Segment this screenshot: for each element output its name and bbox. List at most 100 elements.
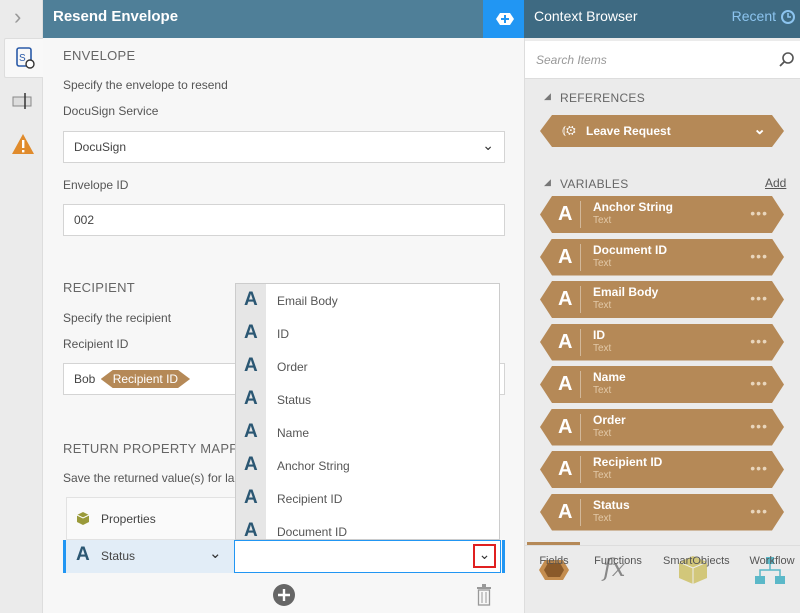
- text-type-icon: A: [76, 544, 90, 565]
- more-options-icon[interactable]: •••: [750, 248, 768, 264]
- return-mapping-description: Save the returned value(s) for la: [63, 471, 235, 485]
- variable-name: Order: [593, 412, 626, 427]
- mapping-value-input[interactable]: ⌄: [234, 540, 501, 573]
- smartobject-cube-icon: [76, 512, 90, 525]
- text-type-icon: A: [558, 458, 573, 480]
- dropdown-item[interactable]: A Name: [236, 416, 499, 449]
- separator: [580, 371, 581, 398]
- variable-name: Document ID: [593, 242, 668, 257]
- plus-tag-icon: [496, 13, 514, 25]
- text-type-icon: A: [244, 454, 258, 475]
- envelope-id-label: Envelope ID: [63, 178, 129, 192]
- service-select[interactable]: DocuSign ⌄: [63, 131, 505, 163]
- more-options-icon[interactable]: •••: [750, 290, 768, 306]
- recipient-id-label: Recipient ID: [63, 337, 129, 351]
- chevron-down-icon[interactable]: ⌄: [753, 120, 766, 138]
- properties-icon[interactable]: [12, 92, 34, 110]
- dropdown-item[interactable]: A Recipient ID: [236, 482, 499, 515]
- recipient-id-text: Bob: [74, 372, 96, 386]
- separator: [580, 414, 581, 441]
- tab-workflow[interactable]: Workflow: [740, 555, 800, 567]
- recipient-id-token[interactable]: Recipient ID: [101, 370, 190, 388]
- variable-type: Text: [593, 300, 612, 311]
- reference-leave-request[interactable]: ⦅⚙ Leave Request ⌄: [540, 115, 784, 147]
- more-options-icon[interactable]: •••: [750, 205, 768, 221]
- search-icon[interactable]: [779, 51, 795, 67]
- separator: [580, 244, 581, 271]
- add-variable-link[interactable]: Add: [765, 176, 786, 190]
- clock-icon[interactable]: [780, 9, 796, 25]
- more-options-icon[interactable]: •••: [750, 503, 768, 519]
- svg-text:S: S: [19, 53, 26, 64]
- dropdown-item[interactable]: A Anchor String: [236, 449, 499, 482]
- dropdown-item[interactable]: A Order: [236, 350, 499, 383]
- variable-item[interactable]: A ID Text •••: [540, 324, 784, 361]
- text-type-icon: A: [558, 203, 573, 225]
- text-type-icon: A: [558, 373, 573, 395]
- properties-label: Properties: [101, 512, 156, 526]
- variable-item[interactable]: A Status Text •••: [540, 494, 784, 531]
- tab-functions[interactable]: Functions: [586, 555, 650, 567]
- dropdown-item-label: Name: [277, 426, 310, 440]
- separator: [580, 456, 581, 483]
- dropdown-item[interactable]: A Document ID: [236, 515, 499, 540]
- text-type-icon: A: [244, 322, 258, 343]
- text-type-icon: A: [244, 421, 258, 442]
- more-options-icon[interactable]: •••: [750, 460, 768, 476]
- dropdown-chevron-button[interactable]: ⌄: [473, 544, 496, 568]
- variable-type: Text: [593, 385, 612, 396]
- text-type-icon: A: [244, 388, 258, 409]
- tab-smartobjects[interactable]: SmartObjects: [663, 555, 730, 567]
- workflow-reference-icon: ⦅⚙: [562, 123, 576, 137]
- variable-type: Text: [593, 215, 612, 226]
- text-type-icon: A: [244, 487, 258, 508]
- variable-name: Name: [593, 370, 626, 384]
- variable-name: ID: [593, 327, 605, 342]
- variable-item[interactable]: A Anchor String Text •••: [540, 196, 784, 233]
- collapse-triangle-icon[interactable]: ◢: [544, 91, 551, 102]
- separator: [580, 286, 581, 313]
- context-browser-title: Context Browser: [534, 8, 638, 24]
- text-type-icon: A: [558, 500, 573, 523]
- chevron-down-icon: ⌄: [482, 137, 494, 153]
- service-label: DocuSign Service: [63, 104, 159, 118]
- variable-type: Text: [593, 342, 612, 354]
- variable-item[interactable]: A Document ID Text •••: [540, 239, 784, 276]
- side-rail: › S: [0, 0, 44, 613]
- property-select[interactable]: A Status ⌄: [66, 540, 234, 573]
- row-accent-right: [502, 540, 505, 573]
- dropdown-item-label: Order: [277, 360, 308, 374]
- tab-fields[interactable]: Fields: [522, 555, 586, 567]
- variable-item[interactable]: A Recipient ID Text •••: [540, 451, 784, 488]
- more-options-icon[interactable]: •••: [750, 418, 768, 434]
- variable-type: Text: [593, 257, 612, 269]
- resend-envelope-tab[interactable]: S: [4, 38, 44, 78]
- add-row-icon[interactable]: [272, 583, 296, 607]
- add-context-button[interactable]: [483, 0, 524, 38]
- variable-item[interactable]: A Email Body Text •••: [540, 281, 784, 318]
- envelope-description: Specify the envelope to resend: [63, 78, 228, 92]
- variable-name: Recipient ID: [593, 455, 663, 469]
- envelope-id-input[interactable]: 002: [63, 204, 505, 236]
- variable-item[interactable]: A Order Text •••: [540, 409, 784, 446]
- text-type-icon: A: [244, 289, 258, 310]
- search-input[interactable]: Search Items: [525, 41, 800, 79]
- text-type-icon: A: [558, 245, 573, 268]
- divider: [524, 545, 800, 546]
- variable-item[interactable]: A Name Text •••: [540, 366, 784, 403]
- recent-link[interactable]: Recent: [732, 8, 776, 24]
- warning-icon[interactable]: [11, 133, 35, 155]
- trash-icon[interactable]: [476, 584, 492, 606]
- text-type-icon: A: [244, 520, 258, 540]
- more-options-icon[interactable]: •••: [750, 375, 768, 391]
- variables-heading: VARIABLES: [560, 177, 629, 191]
- expand-chevron-icon[interactable]: ›: [14, 4, 21, 30]
- variable-name: Status: [593, 497, 630, 512]
- dropdown-item-label: Status: [277, 393, 312, 407]
- dropdown-item[interactable]: A Email Body: [236, 284, 499, 317]
- more-options-icon[interactable]: •••: [750, 333, 768, 349]
- collapse-triangle-icon[interactable]: ◢: [544, 177, 551, 188]
- text-type-icon: A: [558, 330, 573, 353]
- dropdown-item[interactable]: A Status: [236, 383, 499, 416]
- dropdown-item[interactable]: A ID: [236, 317, 499, 350]
